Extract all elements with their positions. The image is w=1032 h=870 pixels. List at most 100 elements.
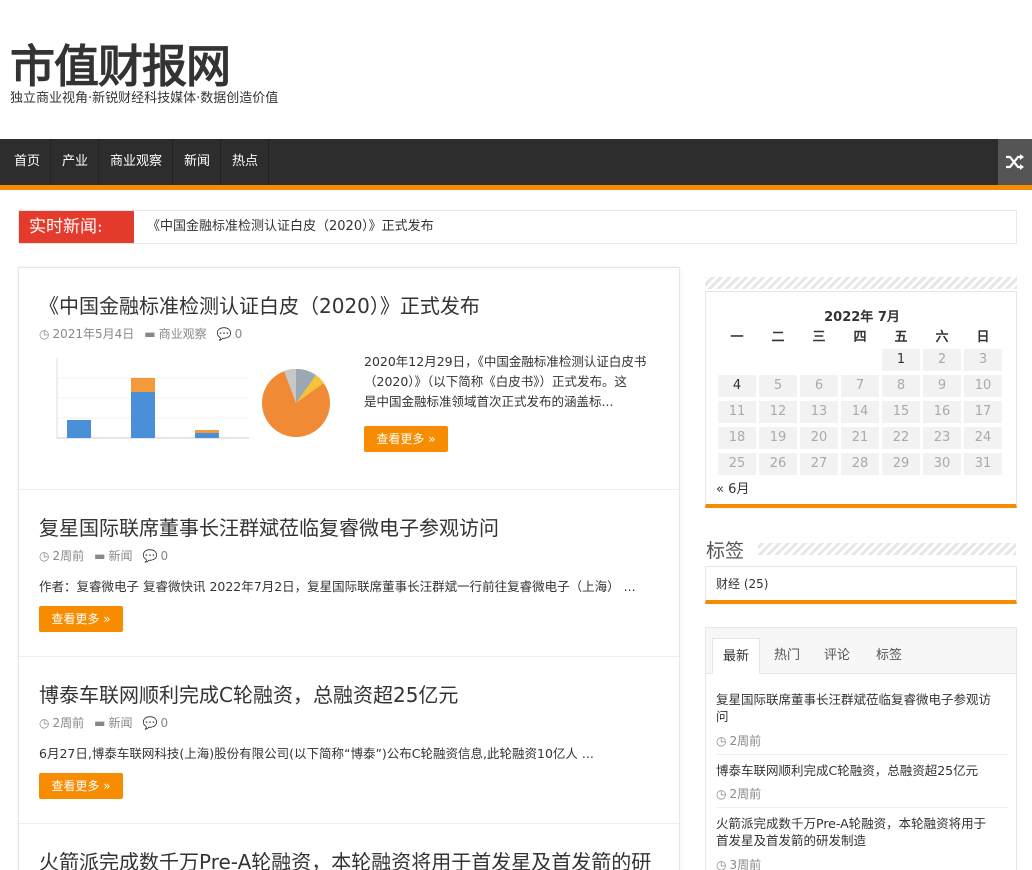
tab-comments[interactable]: 评论	[814, 638, 860, 674]
calendar-day: 27	[800, 453, 838, 475]
post-list: 《中国金融标准检测认证白皮（2020）》正式发布 ◷ 2021年5月4日 ▬ 商业观…	[18, 267, 680, 870]
recent-time-text: 2周前	[729, 787, 762, 801]
calendar-day: 30	[923, 453, 961, 475]
recent-post-link[interactable]: 复星国际联席董事长汪群斌莅临复睿微电子参观访 问	[716, 691, 1008, 725]
calendar-day: 26	[759, 453, 797, 475]
nav-item-business[interactable]: 商业观察	[100, 139, 174, 185]
breaking-link[interactable]: 《中国金融标准检测认证白皮（2020）》正式发布	[147, 211, 434, 243]
calendar-weekday: 二	[771, 330, 785, 345]
calendar-weekday: 五	[894, 330, 908, 345]
recent-post-line: 问	[716, 709, 729, 724]
nav-accent-line	[0, 185, 1032, 190]
post-category[interactable]: 商业观察	[159, 325, 207, 342]
sidebar	[705, 277, 1017, 289]
random-article-button[interactable]	[998, 139, 1032, 185]
calendar-weekday: 日	[976, 330, 990, 345]
calendar-day: 3	[964, 349, 1002, 371]
calendar-day: 25	[718, 453, 756, 475]
breaking-label: 实时新闻:	[19, 211, 134, 243]
clock-icon: ◷	[39, 326, 50, 341]
calendar-day: 6	[800, 375, 838, 397]
recent-post-time: ◷ 3周前	[716, 856, 761, 870]
post-title[interactable]: 博泰车联网顺利完成C轮融资，总融资超25亿元	[39, 679, 458, 708]
calendar-day: 31	[964, 453, 1002, 475]
clock-icon: ◷	[716, 733, 727, 748]
post-date: 2021年5月4日	[52, 327, 135, 341]
comment-icon: 💬	[142, 548, 158, 563]
calendar-weekday: 三	[812, 330, 826, 345]
recent-post-line: 博泰车联网顺利完成C轮融资，总融资超25亿元	[716, 763, 979, 778]
recent-post-link[interactable]: 火箭派完成数千万Pre-A轮融资，本轮融资将用于 首发星及首发箭的研发制造	[716, 815, 1008, 849]
clock-icon: ◷	[716, 786, 727, 801]
read-more-button[interactable]: 查看更多 »	[39, 606, 123, 632]
calendar-weekday: 六	[935, 330, 949, 345]
calendar-day: 19	[759, 427, 797, 449]
calendar-day[interactable]: 1	[882, 349, 920, 371]
nav-item-home[interactable]: 首页	[4, 139, 52, 185]
post-category[interactable]: 新闻	[108, 547, 132, 564]
comment-icon: 💬	[216, 326, 232, 341]
calendar-day: 28	[841, 453, 879, 475]
excerpt-line: （2020）》（以下简称《白皮书》）正式发布。这	[364, 374, 628, 389]
post-date: 2周前	[52, 549, 85, 563]
calendar-weekday: 四	[853, 330, 867, 345]
calendar-day: 14	[841, 401, 879, 423]
recent-post-line: 复星国际联席董事长汪群斌莅临复睿微电子参观访	[716, 692, 992, 707]
nav-item-industry[interactable]: 产业	[52, 139, 100, 185]
post-comments[interactable]: 0	[160, 716, 168, 730]
widget-stripe	[758, 543, 1016, 555]
recent-post-time: ◷ 2周前	[716, 732, 761, 749]
calendar-caption: 2022年 7月	[824, 310, 900, 325]
calendar-day: 9	[923, 375, 961, 397]
site-title[interactable]: 市值财报网	[10, 30, 231, 95]
post-title[interactable]: 复星国际联席董事长汪群斌莅临复睿微电子参观访问	[39, 512, 499, 541]
post-comments[interactable]: 0	[235, 327, 243, 341]
calendar-day: 20	[800, 427, 838, 449]
calendar-day: 29	[882, 453, 920, 475]
main-nav: 首页 产业 商业观察 新闻 热点	[0, 139, 1032, 185]
excerpt-line: 是中国金融标准领域首次正式发布的涵盖标...	[364, 394, 614, 409]
post-excerpt: 6月27日,博泰车联网科技(上海)股份有限公司(以下简称“博泰”)公布C轮融资信…	[39, 746, 594, 761]
post-category[interactable]: 新闻	[108, 714, 132, 731]
post-thumbnail[interactable]	[39, 348, 351, 458]
read-more-button[interactable]: 查看更多 »	[364, 426, 448, 452]
calendar-prev-month[interactable]: « 6月	[716, 478, 749, 497]
recent-post-time: ◷ 2周前	[716, 785, 761, 802]
recent-post-link[interactable]: 博泰车联网顺利完成C轮融资，总融资超25亿元	[716, 762, 1008, 779]
post-title[interactable]: 《中国金融标准检测认证白皮（2020）》正式发布	[39, 290, 480, 319]
post-comments[interactable]: 0	[160, 549, 168, 563]
calendar-widget: 2022年 7月 « 6月 一二三四五六日 1 2 3 4 5 6 7 8 9 10 11 12 13 14…	[705, 291, 1017, 508]
excerpt-line: 2020年12月29日，《中国金融标准检测认证白皮书	[364, 354, 647, 369]
widget-stripe	[705, 277, 1017, 289]
calendar-day[interactable]: 4	[718, 375, 756, 397]
post-item: 《中国金融标准检测认证白皮（2020）》正式发布 ◷ 2021年5月4日 ▬ 商业观…	[19, 268, 679, 490]
calendar-day: 15	[882, 401, 920, 423]
clock-icon: ◷	[716, 857, 727, 870]
nav-item-news[interactable]: 新闻	[174, 139, 222, 185]
post-item: 复星国际联席董事长汪群斌莅临复睿微电子参观访问 ◷ 2周前 ▬ 新闻 💬 0 作者：复…	[19, 490, 679, 657]
calendar-day: 13	[800, 401, 838, 423]
divider	[716, 807, 1008, 808]
divider	[716, 754, 1008, 755]
post-meta: ◷ 2021年5月4日 ▬ 商业观察 💬 0	[39, 325, 242, 342]
tab-popular[interactable]: 热门	[764, 638, 810, 674]
post-excerpt: 作者：复睿微电子 复睿微快讯 2022年7月2日，复星国际联席董事长汪群斌一行前…	[39, 579, 636, 594]
tab-recent[interactable]: 最新	[712, 638, 761, 674]
folder-icon: ▬	[94, 715, 106, 730]
tabs-header: 最新 热门 评论 标签	[706, 628, 1016, 674]
nav-item-hot[interactable]: 热点	[222, 139, 270, 185]
read-more-button[interactable]: 查看更多 »	[39, 773, 123, 799]
clock-icon: ◷	[39, 715, 50, 730]
post-item: 火箭派完成数千万Pre-A轮融资，本轮融资将用于首发星及首发箭的研	[19, 824, 679, 870]
folder-icon: ▬	[94, 548, 106, 563]
site-description: 独立商业视角·新锐财经科技媒体·数据创造价值	[10, 91, 279, 106]
post-item: 博泰车联网顺利完成C轮融资，总融资超25亿元 ◷ 2周前 ▬ 新闻 💬 0 6月27日…	[19, 657, 679, 824]
calendar-day: 24	[964, 427, 1002, 449]
calendar-day: 16	[923, 401, 961, 423]
tab-tags[interactable]: 标签	[866, 638, 912, 674]
calendar-day: 18	[718, 427, 756, 449]
recent-post-line: 火箭派完成数千万Pre-A轮融资，本轮融资将用于	[716, 816, 987, 831]
tag-link[interactable]: 财经 (25)	[716, 575, 768, 592]
post-title[interactable]: 火箭派完成数千万Pre-A轮融资，本轮融资将用于首发星及首发箭的研	[39, 846, 651, 870]
calendar-day: 23	[923, 427, 961, 449]
